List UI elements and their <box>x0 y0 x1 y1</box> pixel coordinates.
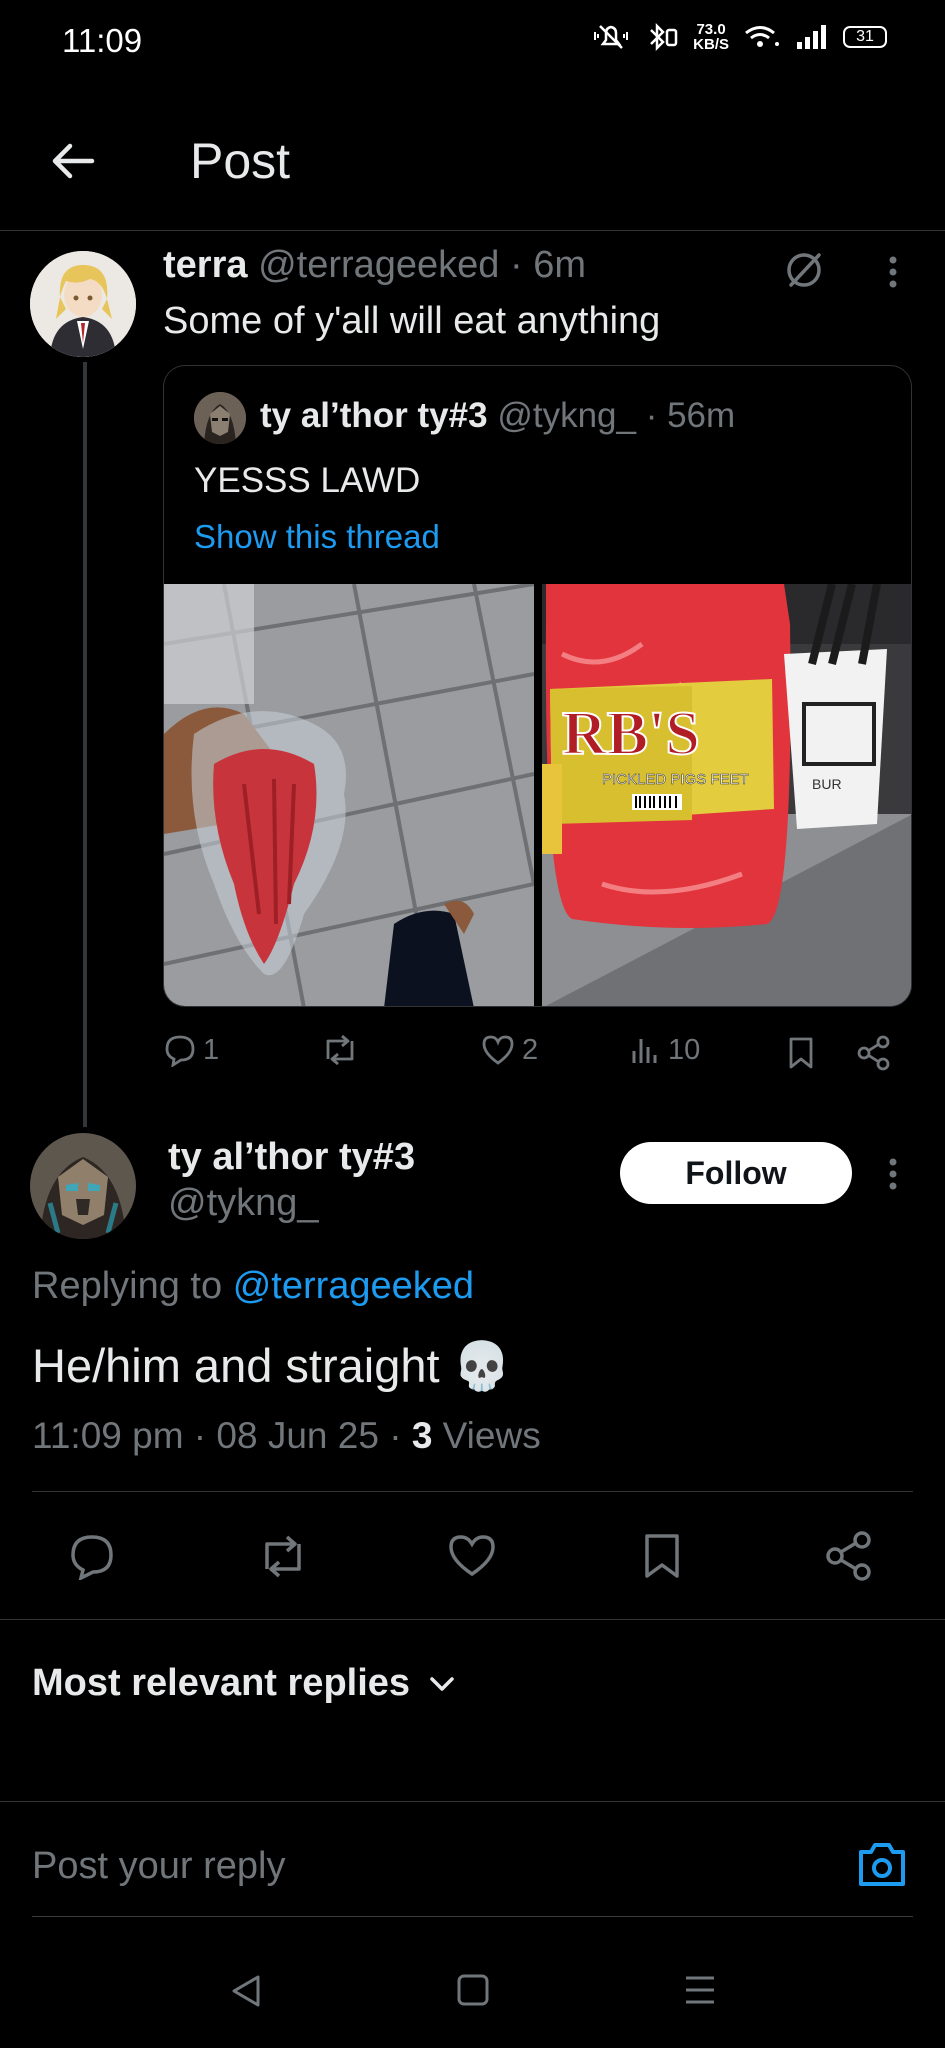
heart-icon <box>482 1035 514 1065</box>
mute-icon <box>594 25 629 49</box>
bluetooth-icon <box>650 22 678 52</box>
reply-icon[interactable] <box>68 1532 116 1580</box>
nav-back-icon[interactable] <box>228 1972 264 2010</box>
jar-brand-label: RB'S <box>562 700 700 768</box>
repost-icon[interactable] <box>255 1532 311 1580</box>
views-count: 10 <box>668 1033 701 1066</box>
cup-label: BUR <box>812 776 842 792</box>
replying-to-line: Replying to @terrageeked <box>32 1265 474 1308</box>
anime-avatar-icon <box>30 251 136 357</box>
status-time: 11:09 <box>62 22 143 59</box>
tweet-meta: 11:09 pm · 08 Jun 25 · 3 Views <box>32 1415 541 1457</box>
network-speed: 73.0 KB/S <box>693 22 729 52</box>
parent-tweet-header: terra @terrageeked · 6m <box>163 244 586 287</box>
bookmark-icon[interactable] <box>786 1036 816 1070</box>
chevron-down-icon <box>430 1676 454 1691</box>
nav-home-icon[interactable] <box>455 1972 491 2008</box>
meta-divider <box>32 1491 913 1492</box>
show-thread-link[interactable]: Show this thread <box>194 518 440 556</box>
media-image-jar[interactable]: RB'S PICKLED PIGS FEET BUR <box>542 584 911 1006</box>
photo-jar-icon: RB'S PICKLED PIGS FEET BUR <box>542 584 911 1006</box>
repost-icon <box>326 1034 354 1066</box>
camera-icon[interactable] <box>855 1840 909 1890</box>
photo-bag-icon <box>164 584 534 1006</box>
replies-sort-dropdown[interactable]: Most relevant replies <box>32 1662 456 1705</box>
status-icons: 73.0 KB/S 31 <box>591 22 887 52</box>
masked-avatar-icon <box>30 1133 136 1239</box>
reply-icon <box>165 1035 195 1067</box>
tweet-time: · 6m <box>510 244 587 286</box>
tweet-text: Some of y'all will eat anything <box>163 300 661 342</box>
masked-avatar-icon <box>194 392 246 444</box>
avatar-tykng-main[interactable] <box>30 1133 136 1239</box>
views-action[interactable]: 10 <box>628 1033 700 1067</box>
replying-prefix: Replying to <box>32 1265 223 1307</box>
battery-indicator: 31 <box>843 26 887 48</box>
share-icon[interactable] <box>856 1035 892 1071</box>
header-divider <box>0 230 945 231</box>
speed-value: 73.0 <box>696 21 726 38</box>
nav-menu-icon[interactable] <box>682 1972 718 2008</box>
views-label: Views <box>442 1415 541 1456</box>
media-image-bag[interactable] <box>164 584 534 1006</box>
main-author-name[interactable]: ty al’thor ty#3 <box>168 1136 415 1179</box>
thread-connector-line <box>83 362 87 1127</box>
author-name[interactable]: terra <box>163 244 248 286</box>
reply-count: 1 <box>203 1033 220 1066</box>
quote-author-name: ty al’thor ty#3 <box>260 396 488 435</box>
follow-button[interactable]: Follow <box>620 1142 852 1204</box>
main-author-handle[interactable]: @tykng_ <box>168 1182 319 1225</box>
quote-author-handle: @tykng_ <box>497 396 636 435</box>
share-icon[interactable] <box>824 1530 874 1582</box>
avatar-terra[interactable] <box>30 251 136 357</box>
wifi-icon <box>745 26 779 47</box>
speed-unit: KB/S <box>693 36 729 53</box>
back-arrow-icon[interactable] <box>48 136 98 186</box>
views-number: 3 <box>411 1415 433 1456</box>
author-handle[interactable]: @terrageeked <box>258 244 499 286</box>
reply-bar-divider <box>0 1801 945 1802</box>
more-options-icon[interactable] <box>878 1154 908 1194</box>
quote-text: YESSS LAWD <box>194 461 421 500</box>
reply-input[interactable]: Post your reply <box>32 1845 285 1888</box>
analytics-icon <box>632 1039 657 1063</box>
jar-sub-label: PICKLED PIGS FEET <box>602 771 749 788</box>
more-options-icon[interactable] <box>878 252 908 292</box>
page-title: Post <box>190 133 291 189</box>
grok-icon[interactable] <box>782 248 826 292</box>
heart-icon[interactable] <box>446 1532 498 1580</box>
like-count: 2 <box>522 1033 539 1066</box>
bookmark-icon[interactable] <box>640 1532 684 1580</box>
actions-divider <box>0 1619 945 1620</box>
signal-icon <box>797 25 826 49</box>
avatar-tykng <box>194 392 246 444</box>
quoted-tweet-card[interactable]: ty al’thor ty#3 @tykng_ · 56m YESSS LAWD… <box>163 365 912 1007</box>
replies-sort-label: Most relevant replies <box>32 1662 411 1704</box>
replying-handle-link[interactable]: @terrageeked <box>233 1265 474 1307</box>
like-action[interactable]: 2 <box>480 1033 538 1067</box>
quote-header: ty al’thor ty#3 @tykng_ · 56m <box>260 396 735 436</box>
reply-action[interactable]: 1 <box>163 1033 219 1067</box>
repost-action[interactable] <box>320 1033 366 1067</box>
reply-underline <box>32 1916 913 1917</box>
main-tweet-text: He/him and straight 💀 <box>32 1339 512 1392</box>
tweet-timestamp: 11:09 pm · 08 Jun 25 · <box>32 1415 402 1456</box>
quote-time: · 56m <box>645 396 736 435</box>
